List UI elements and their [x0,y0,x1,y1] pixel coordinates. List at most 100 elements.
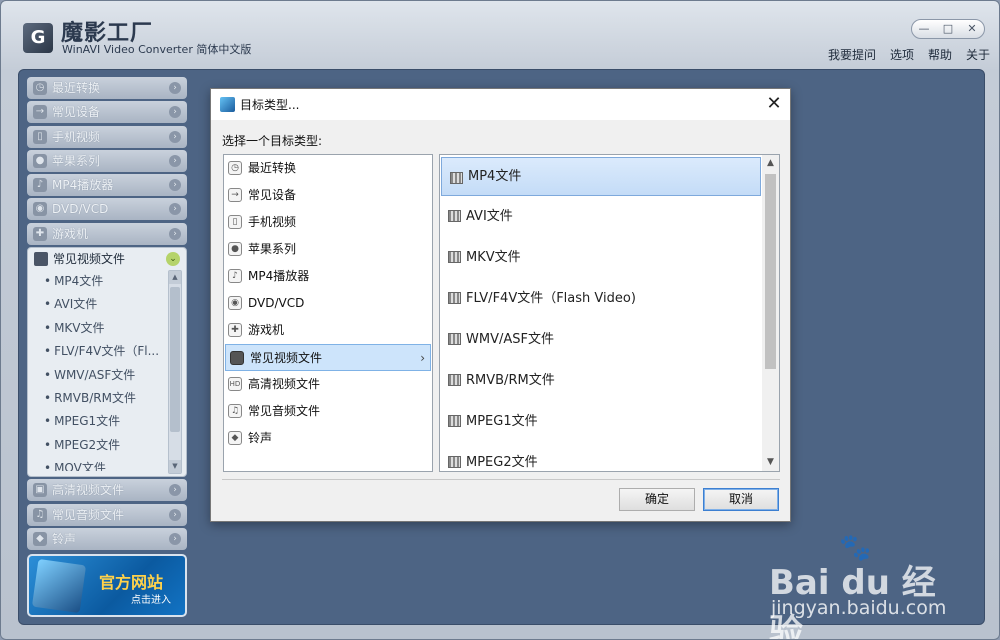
sidebar-item-phone[interactable]: ▯ 手机视频 › [27,125,187,148]
file-type-item-mp4[interactable]: MP4文件 [441,157,761,196]
gamepad-icon: ✚ [33,226,47,241]
film-icon [448,333,461,345]
clock-icon: ◷ [228,161,242,175]
chevron-right-icon: › [169,130,181,143]
file-type-item-mpeg1[interactable]: MPEG1文件 [440,401,779,442]
category-item-hd-video[interactable]: HD 高清视频文件 [224,371,432,398]
sidebar-subitem-mkv[interactable]: MKV文件 [28,317,166,340]
maximize-button[interactable]: □ [937,20,959,38]
category-item-phone[interactable]: ▯ 手机视频 [224,209,432,236]
file-type-item-mkv[interactable]: MKV文件 [440,237,779,278]
menu-about[interactable]: 关于 [966,46,990,63]
sidebar-item-ringtone[interactable]: ◆ 铃声 › [27,527,187,550]
category-item-apple[interactable]: ● 苹果系列 [224,236,432,263]
banner-subtitle: 点击进入 [131,595,171,606]
watermark-url: jingyan.baidu.com [771,597,947,619]
film-icon [448,210,461,222]
sidebar-item-label: 铃声 [52,531,77,546]
close-button[interactable]: ✕ [961,20,983,38]
file-type-item-mpeg2[interactable]: MPEG2文件 [440,442,779,471]
sidebar-scrollbar[interactable]: ▲ ▼ [168,270,182,475]
category-label: 游戏机 [248,323,285,337]
sidebar-item-label: DVD/VCD [52,202,109,217]
menu-options[interactable]: 选项 [890,46,914,63]
scroll-thumb[interactable] [765,174,776,369]
scroll-up-icon[interactable]: ▲ [762,155,779,172]
category-item-ringtone[interactable]: ◆ 铃声 [224,425,432,452]
category-item-audio[interactable]: ♫ 常见音频文件 [224,398,432,425]
sidebar-subitem-flv[interactable]: FLV/F4V文件（Fl... [28,340,166,363]
sidebar-item-audio[interactable]: ♫ 常见音频文件 › [27,503,187,526]
sidebar-subitem-wmv[interactable]: WMV/ASF文件 [28,364,166,387]
sidebar-item-dvd[interactable]: ◉ DVD/VCD › [27,198,187,221]
sidebar-item-label: 游戏机 [52,226,89,241]
sidebar-subitem-mpeg2[interactable]: MPEG2文件 [28,434,166,457]
sidebar-item-hd-video[interactable]: ▣ 高清视频文件 › [27,479,187,502]
film-icon [448,415,461,427]
minimize-button[interactable]: — [913,20,935,38]
phone-icon: ▯ [228,215,242,229]
sidebar-subitem-mov[interactable]: MOV文件 [28,457,166,471]
clock-icon: ◷ [33,81,47,95]
dialog-titlebar: 目标类型... ✕ [211,89,790,120]
close-icon[interactable]: ✕ [764,94,784,114]
sidebar-item-devices[interactable]: → 常见设备 › [27,101,187,124]
sidebar-item-recent[interactable]: ◷ 最近转换 › [27,77,187,99]
scroll-down-icon[interactable]: ▼ [762,454,779,471]
chevron-right-icon: › [169,82,181,94]
sidebar-item-label: MP4播放器 [52,178,114,193]
hd-icon: ▣ [33,483,47,498]
scroll-thumb[interactable] [170,287,180,433]
cancel-button[interactable]: 取消 [703,488,779,511]
film-icon [448,292,461,304]
category-label: 苹果系列 [248,242,297,256]
menu-help[interactable]: 帮助 [928,46,952,63]
category-item-devices[interactable]: → 常见设备 [224,182,432,209]
sidebar-subitem-mpeg1[interactable]: MPEG1文件 [28,410,166,433]
category-label: 最近转换 [248,161,297,175]
sidebar-item-apple[interactable]: ● 苹果系列 › [27,149,187,172]
sidebar-item-label: 常见音频文件 [52,507,125,522]
category-label: MP4播放器 [248,269,310,283]
divider [222,479,780,480]
apple-icon: ● [33,153,47,168]
sidebar-item-label: 苹果系列 [52,153,101,168]
scroll-down-icon[interactable]: ▼ [169,460,181,474]
sidebar-item-mp4-player[interactable]: ♪ MP4播放器 › [27,174,187,197]
app-window: G 魔影工厂 WinAVI Video Converter 简体中文版 — □ … [0,0,1000,640]
file-type-item-avi[interactable]: AVI文件 [440,196,779,237]
category-label: 常见设备 [248,188,297,202]
category-item-recent[interactable]: ◷ 最近转换 [224,155,432,182]
file-type-item-rmvb[interactable]: RMVB/RM文件 [440,360,779,401]
sidebar-item-video-files[interactable]: 常见视频文件 ⌄ [28,248,186,270]
mp4-player-icon: ♪ [33,178,47,193]
device-icon: → [228,188,242,202]
category-item-video-files[interactable]: 常见视频文件 › [225,344,431,371]
scroll-up-icon[interactable]: ▲ [169,271,181,285]
sidebar-item-console[interactable]: ✚ 游戏机 › [27,222,187,245]
official-site-banner[interactable]: 官方网站 点击进入 [27,554,187,617]
chevron-right-icon: › [169,508,181,521]
category-item-console[interactable]: ✚ 游戏机 [224,317,432,344]
film-icon [450,172,463,184]
chevron-right-icon: › [169,227,181,240]
app-logo-icon [31,558,87,614]
sidebar-item-label: 常见设备 [52,105,101,120]
sidebar-subitem-rmvb[interactable]: RMVB/RM文件 [28,387,166,410]
file-type-scrollbar[interactable]: ▲ ▼ [762,155,779,471]
sidebar: ◷ 最近转换 › → 常见设备 › ▯ 手机视频 › ● 苹果系列 › ♪ MP4播放器 › ◉ DV… [27,77,187,552]
target-type-dialog: 目标类型... ✕ 选择一个目标类型: ◷ 最近转换 → 常见设备 ▯ 手机视频 ● 苹… [210,88,791,522]
sidebar-subitem-avi[interactable]: AVI文件 [28,293,166,316]
file-type-item-wmv[interactable]: WMV/ASF文件 [440,319,779,360]
chevron-down-icon: ⌄ [166,252,180,267]
category-item-dvd[interactable]: ◉ DVD/VCD [224,290,432,317]
file-type-item-flv[interactable]: FLV/F4V文件（Flash Video) [440,278,779,319]
category-item-mp4-player[interactable]: ♪ MP4播放器 [224,263,432,290]
sidebar-item-label: 手机视频 [52,129,101,144]
sidebar-group-video-files: 常见视频文件 ⌄ MP4文件 AVI文件 MKV文件 FLV/F4V文件（Fl..… [27,247,187,478]
film-icon [448,374,461,386]
menu-ask-question[interactable]: 我要提问 [828,46,876,63]
sidebar-subitem-mp4[interactable]: MP4文件 [28,270,166,293]
ok-button[interactable]: 确定 [619,488,695,511]
bell-icon: ◆ [33,531,47,546]
